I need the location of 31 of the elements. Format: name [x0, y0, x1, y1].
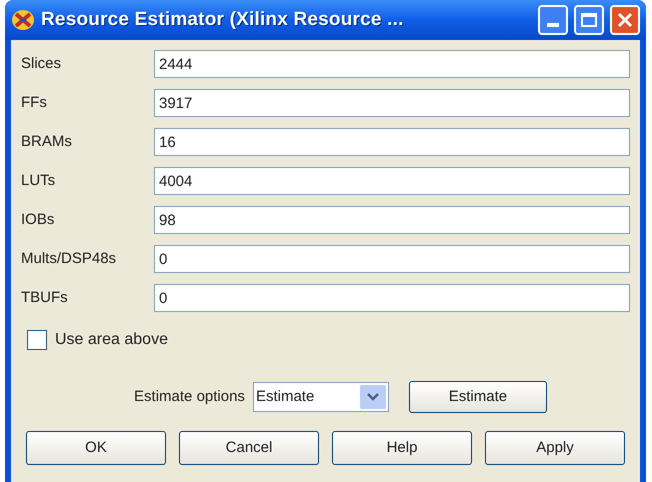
checkbox[interactable]	[27, 330, 47, 350]
dialog-button[interactable]: OK	[26, 431, 166, 465]
minimize-icon	[547, 23, 559, 27]
minimize-button[interactable]	[538, 5, 568, 35]
window-title: Resource Estimator (Xilinx Resource ...	[41, 8, 405, 32]
app-icon	[11, 9, 35, 31]
maximize-button[interactable]	[574, 5, 604, 35]
checkbox-label: Use area above	[55, 330, 168, 350]
field-label: FFs	[21, 92, 48, 113]
field-label: Slices	[21, 54, 62, 74]
estimate-button[interactable]: Estimate	[408, 381, 547, 413]
field-label: IOBs	[21, 210, 56, 230]
maximize-icon	[581, 13, 597, 27]
estimate-options-label: Estimate options	[134, 386, 245, 407]
input-field[interactable]: 0	[154, 245, 630, 273]
field-label: Mults/DSP48s	[21, 248, 118, 269]
dialog-button[interactable]: Help	[332, 431, 472, 465]
input-field[interactable]: 2444	[154, 50, 630, 78]
dialog-button[interactable]: Apply	[485, 431, 625, 465]
close-icon	[617, 12, 633, 28]
close-button[interactable]	[610, 5, 640, 35]
dialog-button[interactable]: Cancel	[179, 431, 319, 465]
input-field[interactable]: 3917	[154, 89, 630, 117]
estimate-options-dropdown[interactable]: Estimate	[252, 382, 389, 412]
field-label: TBUFs	[21, 288, 69, 308]
input-field[interactable]: 16	[154, 128, 630, 156]
input-field[interactable]: 4004	[154, 167, 630, 195]
input-field[interactable]: 0	[154, 284, 630, 312]
field-label: LUTs	[21, 170, 56, 191]
input-field[interactable]: 98	[154, 206, 630, 234]
field-label: BRAMs	[21, 132, 73, 152]
